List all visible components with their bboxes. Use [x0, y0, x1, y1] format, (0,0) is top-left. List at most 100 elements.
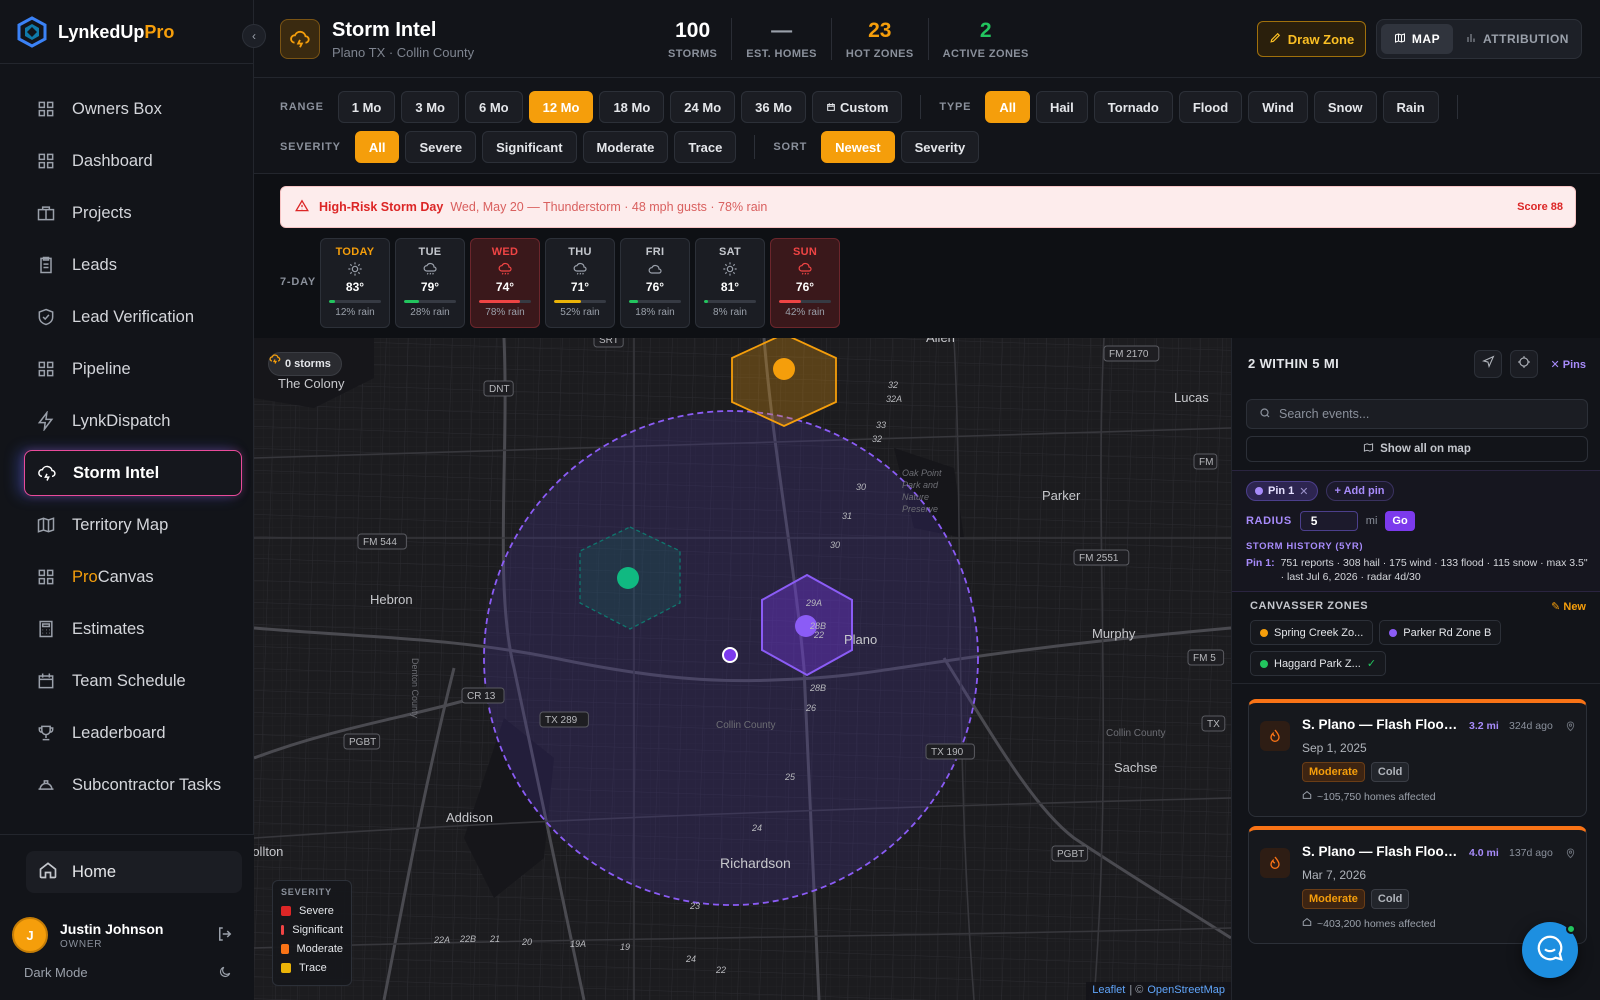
- zone-marker-haggard-park[interactable]: [617, 567, 639, 589]
- draw-zone-button[interactable]: Draw Zone: [1257, 21, 1366, 57]
- high-risk-alert[interactable]: High-Risk Storm Day Wed, May 20 — Thunde…: [280, 186, 1576, 228]
- range-chip-36-mo[interactable]: 36 Mo: [741, 91, 806, 123]
- navigate-button[interactable]: [1474, 350, 1503, 378]
- brand-logo[interactable]: LynkedUpPro: [16, 14, 174, 50]
- show-all-on-map-button[interactable]: Show all on map: [1246, 436, 1588, 462]
- event-search-field[interactable]: Search events...: [1246, 399, 1588, 429]
- logout-icon[interactable]: [216, 925, 234, 948]
- radius-input[interactable]: 5: [1299, 511, 1358, 531]
- forecast-day-thu[interactable]: THU 71° 52% rain: [545, 238, 615, 328]
- home-button[interactable]: Home: [26, 851, 242, 893]
- range-chip-12-mo[interactable]: 12 Mo: [528, 91, 594, 123]
- forecast-day-tue[interactable]: TUE 79° 28% rain: [395, 238, 465, 328]
- map-canvas[interactable]: The Colony Allen Lucas Parker Hebron Plano Mur…: [254, 338, 1231, 1000]
- storm-count-pill[interactable]: 0 storms: [268, 352, 342, 376]
- range-chip-6-mo[interactable]: 6 Mo: [464, 91, 523, 123]
- forecast-day-today[interactable]: TODAY 83° 12% rain: [320, 238, 390, 328]
- forecast-label: 7-DAY: [280, 276, 316, 288]
- severity-chip-moderate[interactable]: Moderate: [582, 131, 669, 163]
- sidebar-item-projects[interactable]: Projects: [24, 190, 242, 236]
- type-chip-tornado[interactable]: Tornado: [1093, 91, 1173, 123]
- sidebar-item-leads[interactable]: Leads: [24, 242, 242, 288]
- severity-chip-severe[interactable]: Severe: [405, 131, 477, 163]
- road-shield: CR 13: [461, 687, 505, 704]
- pin-1-marker[interactable]: [722, 647, 738, 663]
- legend-swatch: [281, 924, 285, 935]
- range-chip-custom[interactable]: Custom: [811, 91, 903, 123]
- severity-chip-all[interactable]: All: [354, 131, 400, 163]
- zone-chip[interactable]: Parker Rd Zone B: [1379, 620, 1502, 645]
- sidebar-item-team-schedule[interactable]: Team Schedule: [24, 658, 242, 704]
- sidebar-item-label: Leads: [72, 255, 117, 274]
- pin-1-chip[interactable]: Pin 1 ✕: [1246, 481, 1318, 501]
- forecast-temp: 71°: [570, 280, 590, 294]
- type-chip-all[interactable]: All: [985, 91, 1030, 123]
- sidebar-item-subcontractor-tasks[interactable]: Subcontractor Tasks: [24, 762, 242, 808]
- event-card[interactable]: S. Plano — Flash Flood ... 3.2 mi 324d ago…: [1248, 699, 1587, 817]
- collapse-sidebar-button[interactable]: ‹: [242, 24, 266, 48]
- panel-actions: ✕ Pins: [1474, 350, 1586, 378]
- radius-go-button[interactable]: Go: [1385, 511, 1415, 531]
- range-chip-3-mo[interactable]: 3 Mo: [401, 91, 459, 123]
- user-profile[interactable]: J Justin Johnson OWNER: [12, 915, 242, 955]
- map-pin-icon[interactable]: [1565, 719, 1576, 737]
- chat-support-button[interactable]: [1522, 922, 1578, 978]
- sidebar-item-estimates[interactable]: Estimates: [24, 606, 242, 652]
- sidebar-item-territory-map[interactable]: Territory Map: [24, 502, 242, 548]
- sidebar-item-procanvas[interactable]: ProCanvas: [24, 554, 242, 600]
- attribution-view-button[interactable]: ATTRIBUTION: [1457, 24, 1577, 54]
- map-pin-icon[interactable]: [1565, 846, 1576, 864]
- clear-pins-button[interactable]: ✕ Pins: [1550, 358, 1586, 371]
- filter-bar: RANGE 1 Mo 3 Mo 6 Mo 12 Mo 18 Mo 24 Mo 36 Mo Cus…: [254, 78, 1600, 174]
- sidebar-item-pipeline[interactable]: Pipeline: [24, 346, 242, 392]
- trophy-icon: [36, 723, 56, 743]
- range-chip-24-mo[interactable]: 24 Mo: [670, 91, 736, 123]
- sort-chip-severity[interactable]: Severity: [900, 131, 980, 163]
- type-chip-flood[interactable]: Flood: [1178, 91, 1243, 123]
- severity-chip-significant[interactable]: Significant: [482, 131, 577, 163]
- sidebar-item-lead-verification[interactable]: Lead Verification: [24, 294, 242, 340]
- add-pin-button[interactable]: + Add pin: [1325, 481, 1394, 501]
- highway-exit-label: 23: [689, 901, 700, 911]
- zone-chip[interactable]: Spring Creek Zo...: [1250, 620, 1374, 645]
- range-chip-label: 36 Mo: [755, 99, 792, 115]
- forecast-rain: 78% rain: [485, 307, 525, 318]
- sidebar-item-dashboard[interactable]: Dashboard: [24, 138, 242, 184]
- forecast-day-sat[interactable]: SAT 81° 8% rain: [695, 238, 765, 328]
- new-zone-button[interactable]: ✎ New: [1551, 600, 1586, 613]
- sort-chip-newest[interactable]: Newest: [821, 131, 895, 163]
- range-chip-18-mo[interactable]: 18 Mo: [599, 91, 665, 123]
- type-chip-snow[interactable]: Snow: [1313, 91, 1377, 123]
- storm-history-row: Pin 1: 751 reports · 308 hail · 175 wind…: [1246, 556, 1591, 584]
- severity-chip-trace[interactable]: Trace: [674, 131, 737, 163]
- type-chip-wind[interactable]: Wind: [1248, 91, 1308, 123]
- locate-button[interactable]: [1510, 350, 1539, 378]
- sidebar-item-owners-box[interactable]: Owners Box: [24, 86, 242, 132]
- forecast-day-wed[interactable]: WED 74° 78% rain: [470, 238, 540, 328]
- range-label: RANGE: [280, 101, 324, 113]
- forecast-day-fri[interactable]: FRI 76° 18% rain: [620, 238, 690, 328]
- zone-chip[interactable]: Haggard Park Z... ✓: [1250, 651, 1387, 676]
- sidebar-item-storm-intel[interactable]: Storm Intel: [24, 450, 242, 496]
- event-distance: 4.0 mi: [1469, 847, 1499, 859]
- dark-mode-toggle[interactable]: Dark Mode: [24, 965, 232, 982]
- remove-pin-icon[interactable]: ✕: [1299, 485, 1308, 498]
- range-chip-1-mo[interactable]: 1 Mo: [337, 91, 396, 123]
- sidebar-item-leaderboard[interactable]: Leaderboard: [24, 710, 242, 756]
- storm-map[interactable]: The Colony Allen Lucas Parker Hebron Plano Mur…: [254, 338, 1231, 1000]
- map-view-button[interactable]: MAP: [1381, 24, 1453, 54]
- forecast-day-sun[interactable]: SUN 76° 42% rain: [770, 238, 840, 328]
- type-chip-rain[interactable]: Rain: [1382, 91, 1439, 123]
- alert-score: Score 88: [1517, 201, 1563, 213]
- forecast-day-name: SUN: [792, 246, 818, 258]
- sidebar-item-lynkdispatch[interactable]: LynkDispatch: [24, 398, 242, 444]
- map-place-label: Murphy: [1092, 626, 1136, 641]
- sidebar-nav: Owners Box Dashboard Projects Leads Lead Ver…: [24, 86, 242, 814]
- road-shield-label: FM 5: [1193, 653, 1216, 664]
- severity-chip-label: Severe: [419, 139, 463, 155]
- leaflet-link[interactable]: Leaflet: [1092, 984, 1125, 998]
- road-shield-label: SRT: [599, 338, 619, 346]
- zone-marker-spring-creek[interactable]: [773, 358, 795, 380]
- type-chip-hail[interactable]: Hail: [1035, 91, 1088, 123]
- openstreetmap-link[interactable]: OpenStreetMap: [1147, 984, 1225, 998]
